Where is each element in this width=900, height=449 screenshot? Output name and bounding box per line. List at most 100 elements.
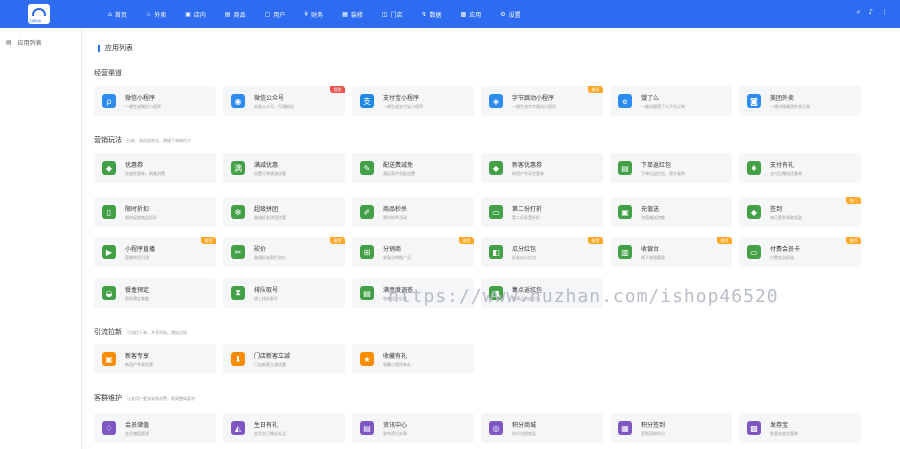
app-card-description: 线上排队取号: [254, 296, 278, 301]
app-card-eleme[interactable]: e 饿了么一键对接饿了么平台订单: [610, 86, 732, 116]
app-card-title: 收银台: [641, 246, 660, 253]
birthday-icon: ◭: [231, 421, 245, 435]
live-icon: ▶: [102, 245, 116, 259]
data-icon: ↯: [421, 10, 427, 18]
app-card-title: 饿了么: [641, 95, 660, 102]
section-title-marketing: 营销玩法 拉新，留存促转化，便捷下单操作方: [94, 136, 191, 144]
nav-item-label: 设置: [508, 11, 521, 19]
nav-item-shop[interactable]: ◫ 门店: [382, 10, 403, 19]
app-card-description: 满足条件免配送费: [383, 171, 415, 176]
app-card-order-redpack[interactable]: ▤ 下单返红包 下单后返红包，提升复购: [610, 153, 732, 183]
app-card-description: 第二份享受折扣: [512, 215, 540, 220]
app-card-description: 一键对接美团外卖订单: [770, 104, 810, 109]
nav-item-store[interactable]: ▣ 店内: [185, 10, 206, 19]
app-card-badge: 热门: [846, 197, 861, 204]
app-card-title: 第二份打折: [512, 206, 543, 213]
app-card-badge: 推荐: [717, 237, 732, 244]
points-mall-icon: ◎: [489, 421, 503, 435]
nav-item-label: 店内: [193, 11, 206, 19]
app-card-group-buy[interactable]: ✻ 超级拼团 邀请好友拼团优惠: [223, 197, 345, 227]
app-card-description: 直播带货引流: [125, 255, 149, 260]
nav-item-label: 商品: [233, 11, 246, 19]
app-card-new-user[interactable]: ▣ 新客专享 新用户专享优惠: [94, 344, 216, 374]
app-card-title: 积分签到: [641, 422, 666, 429]
app-card-title: 字节跳动小程序: [512, 95, 555, 102]
bell-icon[interactable]: ♪: [869, 8, 873, 17]
new-coupon-icon: ◆: [489, 161, 503, 175]
bytedance-icon: ◈: [489, 94, 503, 108]
app-card-description: 限时秒杀活动: [383, 215, 407, 220]
nav-item-label: 首页: [114, 11, 127, 19]
search-icon[interactable]: ⌕: [857, 8, 861, 17]
nav-item-data[interactable]: ↯ 数据: [422, 10, 442, 19]
points-checkin-icon: ▦: [618, 421, 632, 435]
app-card-pay-gift[interactable]: ♦ 支付有礼 支付后赠送优惠券: [739, 153, 861, 183]
nav-item-user[interactable]: ▢ 用户: [265, 10, 286, 19]
app-card-title: 餐盒预定: [125, 287, 150, 294]
app-card-points-mall[interactable]: ◎ 积分商城 积分兑换商品: [481, 413, 603, 443]
app-card-bargain[interactable]: ✂ 砍价 邀请好友帮忙砍价 推荐: [223, 237, 345, 267]
app-card-description: 充值赠送余额: [641, 215, 665, 220]
nav-item-label: 外卖: [154, 11, 167, 19]
app-card-title: 付费会员卡: [770, 246, 801, 253]
app-card-vip-card[interactable]: ▭ 付费会员卡 付费会员权益 推荐: [739, 237, 861, 267]
nav-item-apps[interactable]: ▩ 应用: [461, 10, 482, 19]
app-card-cashier[interactable]: ▥ 收银台 线下收银管理 推荐: [610, 237, 732, 267]
app-card-coupon-sender[interactable]: ▩ 发券宝 批量发放优惠券: [739, 413, 861, 443]
app-card-alipay[interactable]: 支 支付宝小程序 一键生成支付宝小程序: [352, 86, 474, 116]
app-card-title: 微信公众号: [254, 95, 285, 102]
app-card-badge: 推荐: [330, 237, 345, 244]
nav-item-decorate[interactable]: ▦ 装修: [342, 10, 363, 19]
app-card-store-new[interactable]: ⬇ 门店新客立减 门店新客立减优惠: [223, 344, 345, 374]
nav-item-takeout[interactable]: ♨ 外卖: [146, 10, 166, 19]
section-title-channels: 经营渠道: [94, 69, 122, 77]
nav-item-goods[interactable]: ▤ 商品: [225, 10, 246, 19]
app-card-recharge[interactable]: ▣ 充值送 充值赠送余额: [610, 197, 732, 227]
new-user-icon: ▣: [102, 352, 116, 366]
app-card-second-discount[interactable]: ▭ 第二份打折 第二份享受折扣: [481, 197, 603, 227]
app-card-description: 一键生成支付宝小程序: [383, 104, 423, 109]
app-card-coupon[interactable]: ◆ 优惠券 发放优惠券，刺激消费: [94, 153, 216, 183]
app-card-queue[interactable]: ⧗ 排队取号 线上排队取号: [223, 278, 345, 308]
app-card-description: 一键对接饿了么平台订单: [641, 104, 685, 109]
app-card-points-checkin[interactable]: ▦ 积分签到 签到获取积分: [610, 413, 732, 443]
app-card-split-redpack[interactable]: ◧ 瓜分红包 好友瓜分红包 推荐: [481, 237, 603, 267]
app-card-birthday[interactable]: ◭ 生日有礼 会员生日赠送礼品: [223, 413, 345, 443]
cashier-icon: ▥: [618, 245, 632, 259]
eleme-icon: e: [618, 94, 632, 108]
app-card-delivery-fee[interactable]: ✎ 配送费减免 满足条件免配送费: [352, 153, 474, 183]
queue-icon: ⧗: [231, 286, 245, 300]
app-card-limited-discount[interactable]: ▯ 限时折扣 限时促销商品折扣: [94, 197, 216, 227]
app-card-live[interactable]: ▶ 小程序直播 直播带货引流 推荐: [94, 237, 216, 267]
app-card-wechat-mini[interactable]: ρ 微信小程序 一键生成微信小程序: [94, 86, 216, 116]
sidebar-item-app-list[interactable]: ▤ 应用列表: [6, 38, 81, 47]
top-navigation-bar: 云果科技 ⌂ 首页 ♨ 外卖 ▣ 店内 ▤ 商品 ▢ 用户 ¥ 财务 ▦ 装修 ◫ 门店 ↯ 数据 ▩ 应用 ⚙ 设置 ⌕…: [0, 0, 900, 28]
nav-item-label: 用户: [273, 11, 286, 19]
app-card-seckill[interactable]: ✐ 商品秒杀 限时秒杀活动: [352, 197, 474, 227]
recharge-icon: ▣: [618, 205, 632, 219]
bargain-icon: ✂: [231, 245, 245, 259]
app-card-distributor[interactable]: ⊞ 分销商 发展分销推广员 推荐: [352, 237, 474, 267]
nav-item-home[interactable]: ⌂ 首页: [108, 10, 127, 19]
user-menu-icon[interactable]: ⋮: [881, 8, 888, 17]
app-card-box-reserve[interactable]: ◒ 餐盒预定 提前预定餐盒: [94, 278, 216, 308]
app-card-meituan[interactable]: ◙ 美团外卖 一键对接美团外卖订单: [739, 86, 861, 116]
nav-item-settings[interactable]: ⚙ 设置: [500, 10, 520, 19]
nav-item-finance[interactable]: ¥ 财务: [304, 10, 323, 19]
app-card-description: 批量发放优惠券: [770, 431, 798, 436]
group-buy-icon: ✻: [231, 205, 245, 219]
app-card-title: 微信小程序: [125, 95, 156, 102]
app-card-description: 提前预定餐盒: [125, 296, 149, 301]
app-card-favorite[interactable]: ★ 收藏有礼 收藏小程序有礼: [352, 344, 474, 374]
app-logo[interactable]: 云果科技: [28, 4, 50, 24]
app-card-new-coupon[interactable]: ◆ 新客优惠券 新用户专享优惠券: [481, 153, 603, 183]
app-card-checkin[interactable]: ◆ 签到 每日签到领取奖励 热门: [739, 197, 861, 227]
app-card-member-balance[interactable]: ♢ 会员储值 会员储值管理: [94, 413, 216, 443]
app-card-full-reduction[interactable]: 满 满减优惠 设置订单满减优惠: [223, 153, 345, 183]
app-card-bytedance[interactable]: ◈ 字节跳动小程序 一键生成字节跳动小程序 推荐: [481, 86, 603, 116]
app-card-wechat-official[interactable]: ◉ 微信公众号 关联公众号，打通粉丝 限免: [223, 86, 345, 116]
app-card-description: 收藏小程序有礼: [383, 362, 411, 367]
app-card-description: 发放优惠券，刺激消费: [125, 171, 165, 176]
app-card-news[interactable]: ▤ 资讯中心 发布资讯文章: [352, 413, 474, 443]
shop-icon: ◫: [381, 10, 388, 18]
